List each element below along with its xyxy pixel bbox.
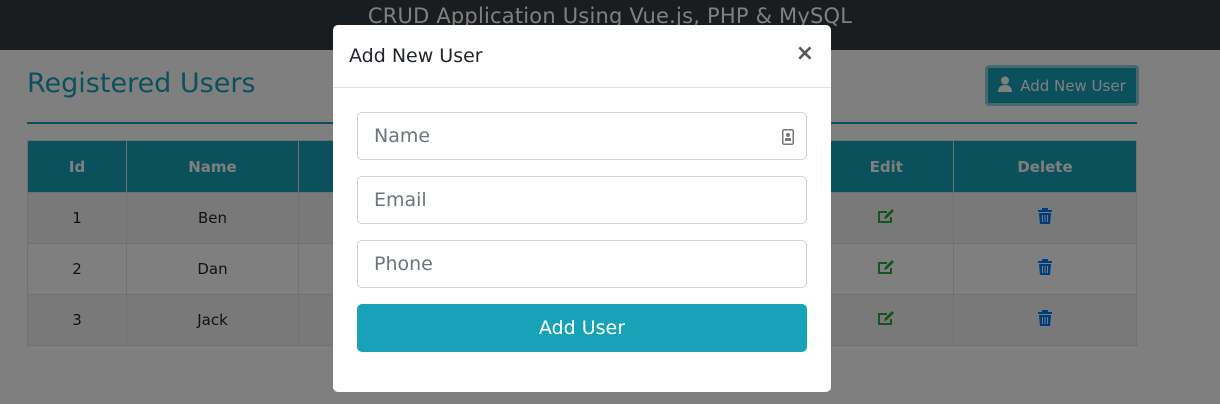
add-user-button[interactable]: Add User bbox=[357, 304, 807, 352]
name-placeholder: Name bbox=[374, 125, 431, 147]
add-user-modal: Add New User × Name Email Phone Add User bbox=[333, 25, 831, 392]
email-field[interactable]: Email bbox=[357, 176, 807, 224]
phone-field[interactable]: Phone bbox=[357, 240, 807, 288]
phone-placeholder: Phone bbox=[374, 253, 433, 275]
contact-card-icon bbox=[782, 128, 794, 150]
modal-title: Add New User bbox=[349, 45, 483, 67]
modal-header: Add New User × bbox=[333, 25, 831, 88]
email-placeholder: Email bbox=[374, 189, 427, 211]
name-input[interactable]: Name bbox=[357, 112, 807, 160]
close-icon[interactable]: × bbox=[796, 41, 814, 66]
